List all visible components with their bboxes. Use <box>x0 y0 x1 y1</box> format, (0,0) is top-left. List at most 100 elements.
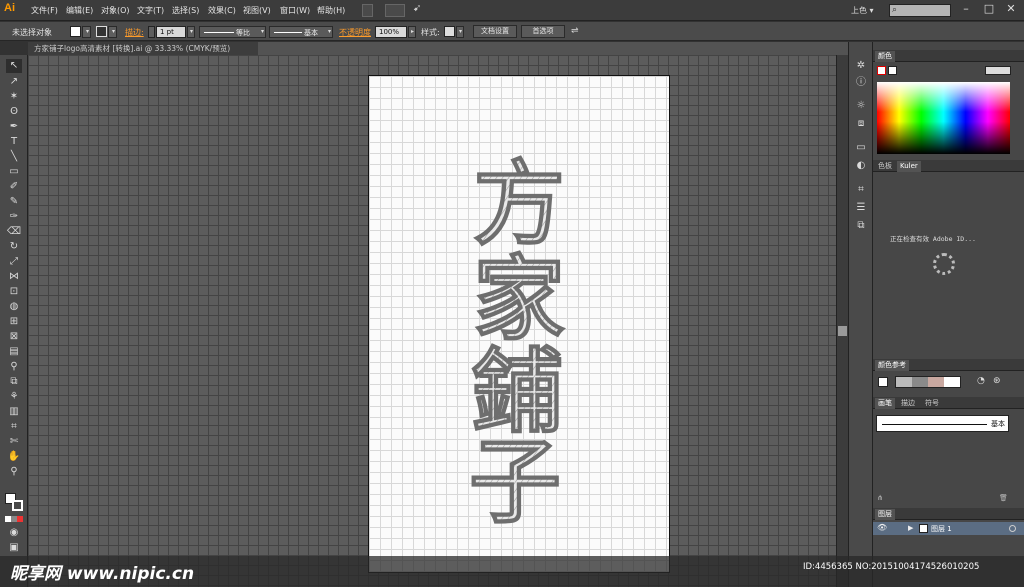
color-panel-icon[interactable]: ✲ <box>854 59 868 73</box>
stroke-color-icon[interactable] <box>12 500 23 511</box>
document-setup-button[interactable]: 文档设置 <box>473 25 517 38</box>
lasso-tool-icon[interactable]: ʘ <box>6 105 22 119</box>
type-tool-icon[interactable]: T <box>6 135 22 149</box>
tab-layers[interactable]: 图层 <box>875 509 895 520</box>
tab-symbols[interactable]: 符号 <box>922 398 942 409</box>
variable-width-profile[interactable]: 等比 ▾ <box>199 26 266 38</box>
zoom-tool-icon[interactable]: ⚲ <box>6 465 22 479</box>
blend-tool-icon[interactable]: ⧉ <box>6 375 22 389</box>
stroke-stepper[interactable] <box>148 26 155 38</box>
fill-swatch[interactable] <box>70 26 81 37</box>
opacity-label[interactable]: 不透明度 <box>339 27 371 38</box>
opacity-field[interactable]: 100% <box>375 26 407 38</box>
workspace-switcher[interactable]: 上色 ▾ <box>851 5 874 16</box>
eraser-tool-icon[interactable]: ⌫ <box>6 225 22 239</box>
menu-view[interactable]: 视图(V) <box>243 5 271 16</box>
pencil-tool-icon[interactable]: ✎ <box>6 195 22 209</box>
symbol-sprayer-tool-icon[interactable]: ⚘ <box>6 390 22 404</box>
transparency-panel-icon[interactable]: ◐ <box>854 159 868 173</box>
harmony-swatches[interactable] <box>895 376 961 388</box>
close-button[interactable]: ✕ <box>1000 0 1022 18</box>
brush-item-basic[interactable]: 基本 <box>876 415 1009 432</box>
slice-tool-icon[interactable]: ✄ <box>6 435 22 449</box>
magic-wand-tool-icon[interactable]: ✶ <box>6 90 22 104</box>
graphic-styles-icon[interactable]: ⧈ <box>854 117 868 131</box>
free-transform-tool-icon[interactable]: ⊡ <box>6 285 22 299</box>
color-wheel-icon[interactable]: ◔ <box>977 376 985 386</box>
visibility-eye-icon[interactable]: 👁 <box>877 523 887 532</box>
scrollbar-thumb[interactable] <box>838 326 847 336</box>
vertical-scrollbar[interactable] <box>836 55 848 587</box>
gradient-tool-icon[interactable]: ▤ <box>6 345 22 359</box>
menu-window[interactable]: 窗口(W) <box>280 5 310 16</box>
expand-layer-icon[interactable]: ▶ <box>908 524 913 532</box>
base-color-swatch[interactable] <box>878 377 888 387</box>
appearance-panel-icon[interactable]: ☼ <box>854 99 868 113</box>
document-tab[interactable]: 方家铺子logo高清素材 [转换].ai @ 33.33% (CMYK/预览) <box>28 42 258 55</box>
pathfinder-panel-icon[interactable]: ⧉ <box>854 219 868 233</box>
blob-brush-tool-icon[interactable]: ✑ <box>6 210 22 224</box>
screen-mode-icon[interactable]: ▣ <box>6 541 22 555</box>
search-input[interactable] <box>889 4 951 17</box>
maximize-button[interactable]: □ <box>978 0 1000 18</box>
graph-tool-icon[interactable]: ▥ <box>6 405 22 419</box>
pen-tool-icon[interactable]: ✒ <box>6 120 22 134</box>
graphic-style-swatch[interactable] <box>444 26 455 37</box>
scale-tool-icon[interactable]: ⤢ <box>6 255 22 269</box>
bridge-icon[interactable] <box>362 4 373 17</box>
menu-edit[interactable]: 编辑(E) <box>66 5 93 16</box>
opacity-dropdown[interactable]: ▸ <box>408 26 416 38</box>
tab-color-reference[interactable]: 颜色参考 <box>875 360 909 371</box>
tab-stroke[interactable]: 描边 <box>898 398 918 409</box>
artboard-tool-icon[interactable]: ⌗ <box>6 420 22 434</box>
panel-menu-icon[interactable]: ⇌ <box>571 26 579 36</box>
fill-dropdown[interactable]: ▾ <box>82 26 91 38</box>
menu-object[interactable]: 对象(O) <box>101 5 130 16</box>
transform-panel-icon[interactable]: ⌗ <box>854 183 868 197</box>
menu-help[interactable]: 帮助(H) <box>317 5 345 16</box>
brush-definition[interactable]: 基本 ▾ <box>269 26 333 38</box>
logo-artwork[interactable]: 方 家 鋪 子 <box>439 146 599 526</box>
drawing-mode-icon[interactable]: ◉ <box>6 526 22 540</box>
menu-effect[interactable]: 效果(C) <box>208 5 236 16</box>
tab-brushes[interactable]: 画笔 <box>875 398 895 409</box>
line-tool-icon[interactable]: ╲ <box>6 150 22 164</box>
selection-tool-icon[interactable]: ↖ <box>6 59 22 73</box>
layer-row[interactable]: 👁 ▶ 图层 1 <box>873 522 1024 535</box>
hex-field[interactable] <box>985 66 1011 75</box>
gradient-panel-icon[interactable]: ▭ <box>854 141 868 155</box>
tab-kuler[interactable]: Kuler <box>897 161 921 172</box>
tab-color[interactable]: 颜色 <box>875 51 895 62</box>
stroke-weight-field[interactable]: 1 pt <box>156 26 186 38</box>
menu-select[interactable]: 选择(S) <box>172 5 199 16</box>
stroke-dropdown[interactable]: ▾ <box>108 26 117 38</box>
canvas[interactable]: 方 家 鋪 子 <box>28 55 836 587</box>
minimize-button[interactable]: – <box>955 0 977 18</box>
layer-target-icon[interactable] <box>1009 525 1016 532</box>
align-panel-icon[interactable]: ☰ <box>854 201 868 215</box>
white-swatch[interactable] <box>888 66 897 75</box>
rotate-tool-icon[interactable]: ↻ <box>6 240 22 254</box>
mesh-tool-icon[interactable]: ⊠ <box>6 330 22 344</box>
menu-file[interactable]: 文件(F) <box>31 5 58 16</box>
launch-icon[interactable]: ➹ <box>413 3 421 14</box>
hand-tool-icon[interactable]: ✋ <box>6 450 22 464</box>
delete-brush-icon[interactable]: 🗑 <box>999 494 1008 502</box>
preferences-button[interactable]: 首选项 <box>521 25 565 38</box>
perspective-grid-tool-icon[interactable]: ⊞ <box>6 315 22 329</box>
info-panel-icon[interactable]: ⓘ <box>854 76 868 90</box>
rectangle-tool-icon[interactable]: ▭ <box>6 165 22 179</box>
paintbrush-tool-icon[interactable]: ✐ <box>6 180 22 194</box>
shape-builder-tool-icon[interactable]: ◍ <box>6 300 22 314</box>
eyedropper-tool-icon[interactable]: ⚲ <box>6 360 22 374</box>
color-reference-options-icon[interactable]: ⊛ <box>993 376 1001 386</box>
graphic-style-dropdown[interactable]: ▾ <box>456 26 464 38</box>
brush-library-icon[interactable]: ⋔ <box>877 494 883 502</box>
menu-type[interactable]: 文字(T) <box>137 5 164 16</box>
tab-swatches[interactable]: 色板 <box>875 161 895 172</box>
arrange-documents-icon[interactable] <box>385 4 405 17</box>
none-swatch[interactable] <box>877 66 886 75</box>
width-tool-icon[interactable]: ⋈ <box>6 270 22 284</box>
direct-selection-tool-icon[interactable]: ↗ <box>6 75 22 89</box>
artboard[interactable]: 方 家 鋪 子 <box>368 75 670 573</box>
